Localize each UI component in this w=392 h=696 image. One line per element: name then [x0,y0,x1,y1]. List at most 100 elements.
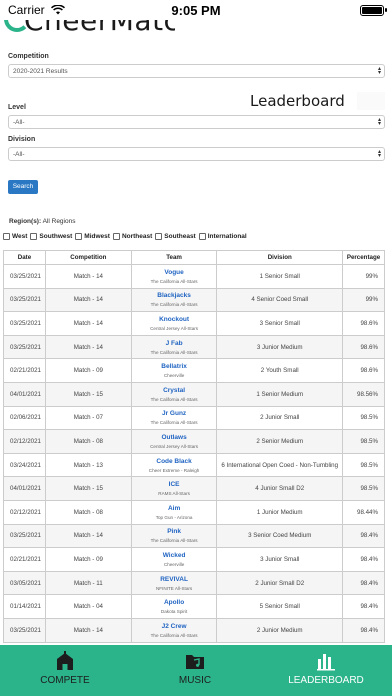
tab-leaderboard-label: LEADERBOARD [288,675,364,686]
cell-team: Outlaws Central Jersey All-Stars [130,429,218,454]
division-select[interactable]: -All- ▴ ▾ [8,147,385,161]
region-label: West [12,233,28,240]
region-west-checkbox[interactable]: West [3,233,27,240]
team-name-link[interactable]: Knockout [132,316,217,323]
cell-division: 2 Senior Medium [216,429,343,454]
gym-name: The California All-Stars [150,302,198,308]
team-name-link[interactable]: Apollo [132,599,217,606]
team-name-link[interactable]: Pink [132,528,217,535]
cell-percentage: 98.44% [342,499,385,525]
clock: 9:05 PM [171,2,221,18]
region-international-checkbox[interactable]: International [198,233,247,240]
battery-icon [360,5,387,16]
status-bar: Carrier 9:05 PM [0,0,392,20]
cell-date: 03/25/2021 [3,334,46,360]
cell-date: 02/06/2021 [3,405,46,431]
cell-team: J Fab The California All-Stars [130,334,218,360]
competition-select[interactable]: 2020-2021 Results ▴ ▾ [8,64,385,78]
table-row[interactable]: 03/25/2021 Match - 14 Knockout Central Jers… [3,311,385,336]
tab-music[interactable]: MUSIC [130,645,260,696]
cell-competition: Match - 14 [44,334,132,360]
table-row[interactable]: 03/25/2021 Match - 14 Pink The California A… [3,523,385,549]
tab-compete[interactable]: COMPETE [0,645,130,696]
cell-percentage: 98.4% [342,617,385,643]
team-name-link[interactable]: Aim [132,505,217,512]
tab-compete-label: COMPETE [40,675,90,686]
region-midwest-checkbox[interactable]: Midwest [75,233,110,240]
cell-percentage: 98.6% [342,334,385,360]
table-row[interactable]: 02/21/2021 Match - 09 Wicked Cheerville 3 Ju… [3,547,385,572]
team-name-link[interactable]: Vogue [132,269,217,276]
division-label: Division [8,136,36,143]
tab-music-label: MUSIC [178,675,212,686]
region-southwest-checkbox[interactable]: Southwest [30,233,72,240]
cell-competition: Match - 14 [44,264,132,289]
checkbox-icon [3,233,10,240]
cell-date: 01/14/2021 [3,594,46,619]
cell-percentage: 98.5% [342,476,385,501]
team-name-link[interactable]: REVIVAL [132,576,217,583]
col-header-competition: Competition [44,250,132,265]
table-row[interactable]: 03/25/2021 Match - 14 Blackjacks The Califo… [3,287,385,313]
table-row[interactable]: 04/01/2021 Match - 15 ICE RAMS All-Stars 4 J… [3,476,385,501]
table-row[interactable]: 04/01/2021 Match - 15 Crystal The Californi… [3,381,385,407]
team-name-link[interactable]: ICE [132,481,217,488]
team-name-link[interactable]: Code Black [132,458,217,465]
team-name-link[interactable]: Blackjacks [132,292,217,299]
checkbox-icon [198,233,206,240]
level-value: -All- [13,119,25,126]
competition-value: 2020-2021 Results [13,68,68,75]
region-southeast-checkbox[interactable]: Southeast [155,233,196,240]
table-row[interactable]: 03/25/2021 Match - 14 J Fab The California … [3,334,385,360]
cell-division: 3 Senior Coed Medium [216,523,343,549]
cell-competition: Match - 14 [44,287,132,313]
leaderboard-table-container[interactable]: Date Competition Team Division Percentag… [3,250,385,645]
table-row[interactable]: 02/12/2021 Match - 08 Outlaws Central Jerse… [3,429,385,454]
cell-division: 3 Junior Small [216,547,343,572]
leaderboard-table: Date Competition Team Division Percentag… [3,250,385,643]
region-label: International [207,233,247,240]
team-name-link[interactable]: Jr Gunz [132,410,217,417]
team-name-link[interactable]: Outlaws [132,434,217,441]
filter-form: Competition 2020-2021 Results ▴ ▾ Level -… [8,50,385,161]
house-icon [57,651,73,670]
region-label: Northeast [121,233,153,240]
table-row[interactable]: 02/06/2021 Match - 07 Jr Gunz The Californi… [3,405,385,431]
cell-team: Apollo Dakota Spirit [130,594,218,619]
search-button[interactable]: Search [8,180,38,194]
region-northeast-checkbox[interactable]: Northeast [112,233,153,240]
gym-name: The California All-Stars [150,632,198,638]
gym-name: The California All-Stars [150,396,198,402]
cell-date: 04/01/2021 [3,476,46,501]
team-name-link[interactable]: J2 Crew [132,623,217,630]
table-row[interactable]: 02/12/2021 Match - 08 Aim Top Gun - Arizona… [3,499,385,525]
table-row[interactable]: 01/14/2021 Match - 04 Apollo Dakota Spirit 5… [3,594,385,619]
cell-percentage: 98.6% [342,358,385,383]
regions-label: Region(s): [9,218,42,225]
cell-team: Pink The California All-Stars [130,523,218,549]
cell-division: 2 Youth Small [216,358,343,383]
table-row[interactable]: 03/05/2021 Match - 11 REVIVAL NFINITE All-S… [3,570,385,596]
gym-name: NFINITE All-Stars [155,585,193,591]
team-name-link[interactable]: Crystal [132,387,217,394]
gym-name: The California All-Stars [150,420,198,426]
cell-division: 2 Junior Small D2 [216,570,343,596]
cell-percentage: 98.5% [342,452,385,478]
team-name-link[interactable]: J Fab [132,340,217,347]
cell-division: 3 Junior Medium [216,334,343,360]
region-label: Midwest [84,233,110,240]
team-name-link[interactable]: Bellatrix [132,363,217,370]
cell-date: 02/21/2021 [3,358,46,383]
cell-date: 03/25/2021 [3,264,46,289]
table-row[interactable]: 02/21/2021 Match - 09 Bellatrix Cheerville 2… [3,358,385,383]
table-row[interactable]: 03/25/2021 Match - 14 Vogue The California … [3,264,385,289]
cell-competition: Match - 04 [44,594,132,619]
music-folder-icon [186,655,204,669]
level-select[interactable]: -All- ▴ ▾ [8,115,385,129]
gym-name: Cheerville [163,373,185,379]
team-name-link[interactable]: Wicked [132,552,217,559]
table-row[interactable]: 03/25/2021 Match - 14 J2 Crew The Californi… [3,617,385,643]
cell-team: Crystal The California All-Stars [130,381,218,407]
table-row[interactable]: 03/24/2021 Match - 13 Code Black Cheer Extr… [3,452,385,478]
tab-leaderboard[interactable]: LEADERBOARD [260,645,392,696]
